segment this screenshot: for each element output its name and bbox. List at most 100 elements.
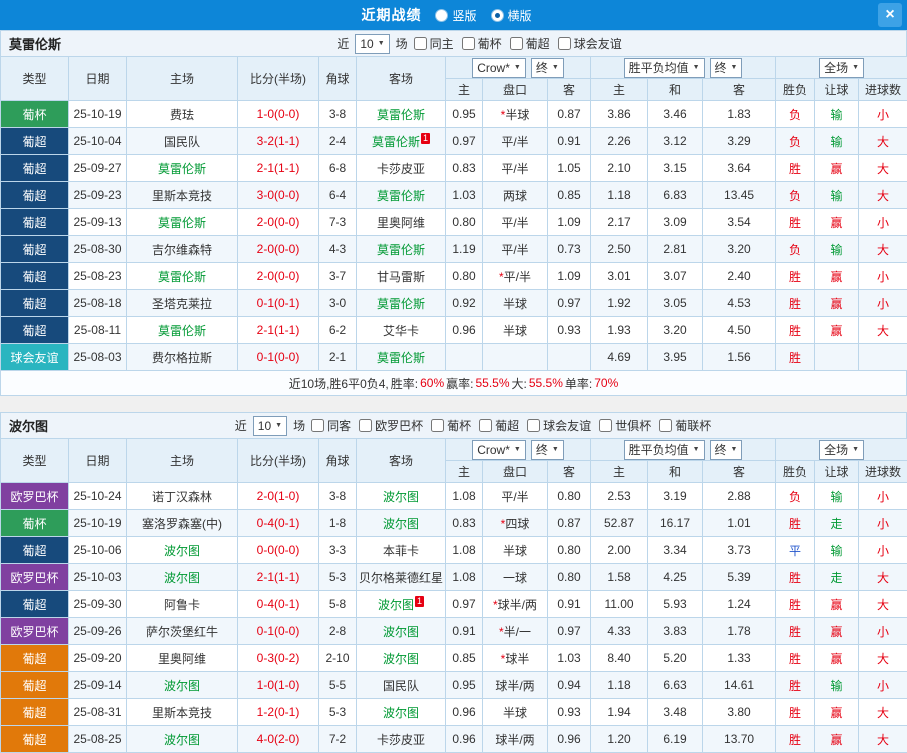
team-name-text: 贝尔格莱德红星 [359, 571, 443, 585]
result-goals-cell: 小 [859, 672, 907, 699]
filter-checkbox[interactable]: 世俱杯 [599, 417, 651, 434]
odds-time-select[interactable]: 终▼ [531, 440, 564, 460]
close-button[interactable]: × [878, 3, 902, 27]
layout-option-vertical[interactable]: 竖版 [435, 7, 476, 24]
near-label: 近 [235, 417, 247, 434]
team-name-text: 波尔图 [383, 706, 419, 720]
filter-checkbox[interactable]: 葡超 [510, 35, 550, 52]
result-goals-cell: 小 [859, 537, 907, 564]
team-name-text: 里奥阿维 [377, 216, 425, 230]
checkbox-icon[interactable] [311, 419, 324, 432]
radio-checked-icon[interactable] [491, 9, 504, 22]
filter-checkbox[interactable]: 葡杯 [431, 417, 471, 434]
avg-home-cell: 2.10 [591, 155, 648, 182]
odds-home-cell: 0.83 [446, 155, 483, 182]
avg-draw-cell: 3.83 [648, 618, 703, 645]
result-wdl-cell: 负 [776, 483, 815, 510]
scope-select[interactable]: 全场▼ [819, 440, 864, 460]
result-wdl-cell: 平 [776, 537, 815, 564]
filter-checkbox[interactable]: 葡杯 [462, 35, 502, 52]
filter-checkbox[interactable]: 同客 [311, 417, 351, 434]
star-mark: * [493, 598, 498, 612]
result-goals-cell: 大 [859, 564, 907, 591]
filter-checkbox[interactable]: 同主 [414, 35, 454, 52]
match-row: 葡超25-08-18圣塔克莱拉0-1(0-1)3-0莫雷伦斯0.92半球0.97… [1, 290, 907, 317]
checkbox-icon[interactable] [558, 37, 571, 50]
avg-odds-select[interactable]: 胜平负均值▼ [624, 58, 705, 78]
result-goals-cell: 小 [859, 510, 907, 537]
star-mark: * [501, 108, 506, 122]
layout-option-horizontal[interactable]: 横版 [491, 7, 532, 24]
filter-checkbox[interactable]: 葡联杯 [659, 417, 711, 434]
corner-cell: 2-1 [319, 344, 357, 371]
odds-away-cell [548, 344, 591, 371]
team-name-text: 里奥阿维 [158, 652, 206, 666]
team-name-text: 波尔图 [383, 625, 419, 639]
avg-time-select[interactable]: 终▼ [710, 58, 743, 78]
corner-cell: 5-5 [319, 672, 357, 699]
odds-away-cell: 0.97 [548, 618, 591, 645]
match-row: 葡超25-08-25波尔图4-0(2-0)7-2卡莎皮亚0.96球半/两0.96… [1, 726, 907, 753]
filter-checkbox[interactable]: 球会友谊 [558, 35, 622, 52]
odds-away-cell: 0.80 [548, 483, 591, 510]
team-name-text: 波尔图 [383, 490, 419, 504]
filter-checkbox[interactable]: 欧罗巴杯 [359, 417, 423, 434]
result-group-header: 全场▼ [776, 57, 907, 79]
checkbox-icon[interactable] [462, 37, 475, 50]
filter-checkbox[interactable]: 球会友谊 [527, 417, 591, 434]
odds-home-cell: 0.95 [446, 672, 483, 699]
team-name-text: 里斯本竞技 [152, 189, 212, 203]
match-count-select[interactable]: 10▼ [253, 416, 287, 436]
checkbox-icon[interactable] [659, 419, 672, 432]
checkbox-icon[interactable] [359, 419, 372, 432]
competition-cell: 葡超 [1, 672, 69, 699]
avg-home-cell: 1.20 [591, 726, 648, 753]
corner-cell: 3-0 [319, 290, 357, 317]
team-name-text: 费珐 [170, 108, 194, 122]
avg-time-select[interactable]: 终▼ [710, 440, 743, 460]
home-team-cell: 波尔图 [127, 564, 238, 591]
handicap-cell: 半球 [483, 317, 548, 344]
radio-unchecked-icon[interactable] [435, 9, 448, 22]
odds-time-select[interactable]: 终▼ [531, 58, 564, 78]
odds-company-select[interactable]: Crow*▼ [472, 58, 526, 78]
odds-home-cell: 1.08 [446, 537, 483, 564]
col-header-away: 客场 [357, 439, 446, 483]
avg-odds-select[interactable]: 胜平负均值▼ [624, 440, 705, 460]
team-name-text: 波尔图 [378, 598, 414, 612]
col-header-score: 比分(半场) [238, 57, 319, 101]
scope-select[interactable]: 全场▼ [819, 58, 864, 78]
odds-away-cell: 0.85 [548, 182, 591, 209]
odds-company-select[interactable]: Crow*▼ [472, 440, 526, 460]
chevron-down-icon: ▼ [852, 446, 859, 453]
close-icon: × [885, 6, 894, 24]
col-header-avg-draw: 和 [648, 79, 703, 101]
avg-away-cell: 2.88 [703, 483, 776, 510]
score-cell: 0-3(0-2) [238, 645, 319, 672]
col-header-avg-away: 客 [703, 79, 776, 101]
home-team-cell: 莫雷伦斯 [127, 317, 238, 344]
match-row: 欧罗巴杯25-10-03波尔图2-1(1-1)5-3贝尔格莱德红星1.08一球0… [1, 564, 907, 591]
checkbox-icon[interactable] [527, 419, 540, 432]
team-name-text: 莫雷伦斯 [158, 270, 206, 284]
score-cell: 3-2(1-1) [238, 128, 319, 155]
handicap-cell: 半球 [483, 290, 548, 317]
avg-away-cell: 1.33 [703, 645, 776, 672]
avg-draw-cell: 6.63 [648, 672, 703, 699]
filter-checkbox[interactable]: 葡超 [479, 417, 519, 434]
checkbox-icon[interactable] [510, 37, 523, 50]
checkbox-icon[interactable] [599, 419, 612, 432]
result-goals-cell: 大 [859, 182, 907, 209]
handicap-cell: 平/半 [483, 128, 548, 155]
home-team-cell: 波尔图 [127, 537, 238, 564]
checkbox-icon[interactable] [414, 37, 427, 50]
home-team-cell: 国民队 [127, 128, 238, 155]
match-count-select[interactable]: 10▼ [355, 34, 389, 54]
checkbox-icon[interactable] [431, 419, 444, 432]
odds-home-cell: 0.92 [446, 290, 483, 317]
date-cell: 25-08-18 [69, 290, 127, 317]
col-header-corner: 角球 [319, 439, 357, 483]
chevron-down-icon: ▼ [552, 64, 559, 71]
handicap-cell: 平/半 [483, 155, 548, 182]
checkbox-icon[interactable] [479, 419, 492, 432]
